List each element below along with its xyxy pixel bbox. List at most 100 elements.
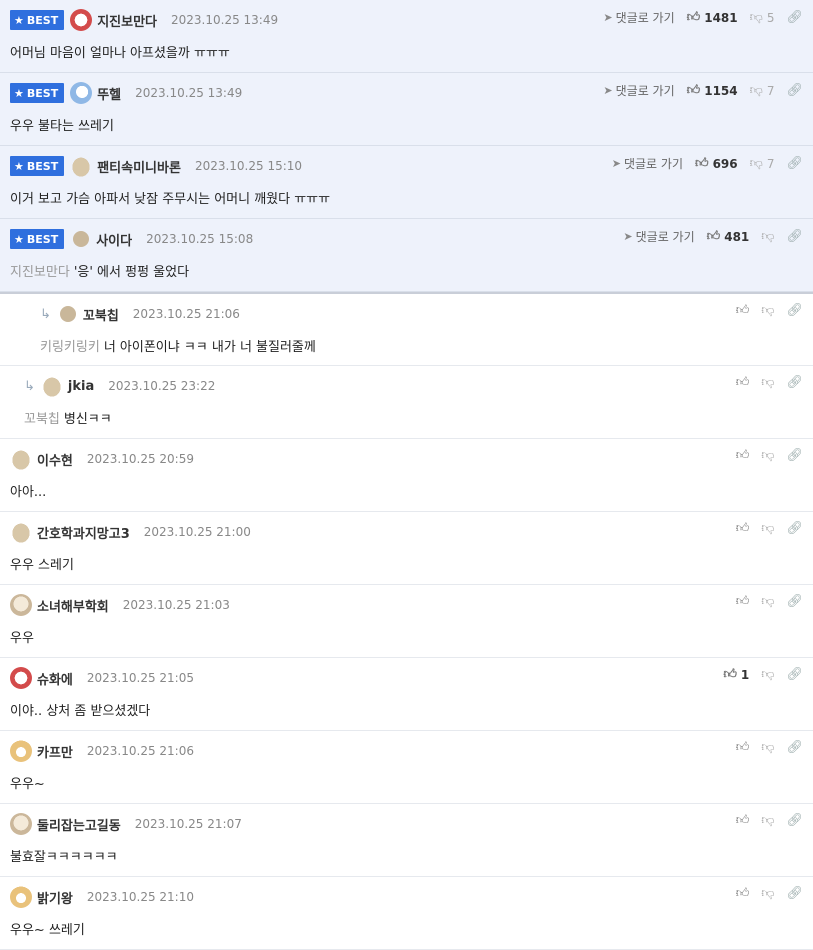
comment-text: 우우 [10, 631, 34, 646]
link-icon[interactable]: 🔗︎ [786, 813, 803, 828]
reply-comment: ↳ jkia 2023.10.25 23:22 👍︎ 👎︎ 🔗︎ 꼬북칩 병신ㅋㅋ [0, 366, 813, 439]
nickname[interactable]: 밝기왕 [37, 888, 73, 907]
nickname[interactable]: 지진보만다 [97, 11, 157, 30]
goto-comment-link[interactable]: ➤ 댓글로 가기 [603, 82, 674, 99]
comment-list: ★ BEST 지진보만다 2023.10.25 13:49 ➤ 댓글로 가기 👍︎ 1… [0, 0, 813, 950]
link-icon[interactable]: 🔗︎ [786, 229, 803, 244]
thumbs-up-icon[interactable]: 👍︎ [736, 813, 750, 828]
mention-link[interactable]: 키링키링키 [40, 340, 100, 355]
avatar[interactable] [10, 886, 32, 908]
nickname[interactable]: 꼬북칩 [83, 305, 119, 324]
dislike-button[interactable]: 👎︎ 5 [750, 10, 775, 25]
dislike-button[interactable]: 👎︎ 7 [750, 83, 775, 98]
avatar[interactable] [10, 813, 32, 835]
thumbs-down-icon: 👎︎ [749, 83, 763, 98]
dislike-button[interactable]: 👎︎ 7 [750, 156, 775, 171]
avatar[interactable] [70, 9, 93, 31]
nickname[interactable]: 팬티속미니바론 [97, 157, 181, 176]
thumbs-down-icon[interactable]: 👎︎ [761, 594, 774, 609]
comment-date: 2023.10.25 13:49 [171, 13, 279, 27]
link-icon[interactable]: 🔗︎ [786, 83, 803, 98]
nickname[interactable]: jkia [68, 379, 94, 394]
avatar[interactable] [10, 448, 32, 470]
avatar[interactable] [59, 306, 76, 322]
comment-date: 2023.10.25 15:08 [146, 232, 254, 246]
nickname[interactable]: 사이다 [96, 230, 132, 249]
comment: 카프만 2023.10.25 21:06 👍︎ 👎︎ 🔗︎ 우우~ [0, 731, 813, 804]
comment-text: 이야.. 상처 좀 받으셨겠다 [10, 704, 151, 719]
avatar[interactable] [10, 521, 32, 543]
nickname[interactable]: 간호학과지망고3 [37, 523, 130, 542]
link-icon[interactable]: 🔗︎ [786, 448, 803, 463]
nickname[interactable]: 이수현 [37, 450, 73, 469]
link-icon[interactable]: 🔗︎ [786, 303, 803, 318]
best-comment: ★ BEST 사이다 2023.10.25 15:08 ➤ 댓글로 가기 👍︎ 481… [0, 219, 813, 292]
thumbs-up-icon[interactable]: 👍︎ [736, 594, 750, 609]
goto-comment-link[interactable]: ➤ 댓글로 가기 [623, 228, 694, 245]
best-comment: ★ BEST 지진보만다 2023.10.25 13:49 ➤ 댓글로 가기 👍︎ 1… [0, 0, 813, 73]
thumbs-down-icon[interactable]: 👎︎ [761, 813, 774, 828]
thumbs-up-icon[interactable]: 👍︎ [736, 521, 750, 536]
thumbs-up-icon: 👍︎ [723, 667, 737, 682]
send-arrow-icon: ➤ [603, 84, 613, 97]
comment-date: 2023.10.25 21:10 [86, 890, 194, 904]
comment-date: 2023.10.25 21:06 [86, 744, 194, 758]
comment-date: 2023.10.25 21:05 [86, 671, 194, 685]
like-button[interactable]: 👍︎ 1154 [687, 83, 738, 98]
nickname[interactable]: 슈화에 [37, 669, 73, 688]
dislike-button[interactable]: 👎︎ [761, 229, 774, 244]
thumbs-down-icon[interactable]: 👎︎ [761, 375, 774, 390]
comment-date: 2023.10.25 21:03 [122, 598, 230, 612]
link-icon[interactable]: 🔗︎ [786, 521, 803, 536]
mention-link[interactable]: 지진보만다 [10, 265, 70, 280]
link-icon[interactable]: 🔗︎ [786, 10, 803, 25]
like-button[interactable]: 👍︎ 696 [695, 156, 738, 171]
avatar[interactable] [70, 82, 93, 104]
link-icon[interactable]: 🔗︎ [786, 156, 803, 171]
send-arrow-icon: ➤ [611, 157, 621, 170]
thumbs-down-icon[interactable]: 👎︎ [761, 303, 774, 318]
thumbs-up-icon: 👍︎ [694, 156, 709, 171]
thumbs-down-icon[interactable]: 👎︎ [761, 448, 774, 463]
best-comment: ★ BEST 뚜헬 2023.10.25 13:49 ➤ 댓글로 가기 👍︎ 1154… [0, 73, 813, 146]
link-icon[interactable]: 🔗︎ [786, 594, 803, 609]
link-icon[interactable]: 🔗︎ [786, 667, 803, 682]
avatar[interactable] [73, 231, 90, 247]
nickname[interactable]: 뚜헬 [97, 84, 121, 103]
nickname[interactable]: 소녀해부학회 [37, 596, 109, 615]
link-icon[interactable]: 🔗︎ [786, 886, 803, 901]
link-icon[interactable]: 🔗︎ [786, 375, 803, 390]
comment-text: 불효잘ㅋㅋㅋㅋㅋㅋ [10, 850, 118, 865]
like-button[interactable]: 👍︎ 481 [707, 229, 750, 244]
thumbs-down-icon[interactable]: 👎︎ [761, 886, 774, 901]
best-badge: ★ BEST [10, 83, 65, 103]
thumbs-up-icon[interactable]: 👍︎ [736, 375, 750, 390]
like-button[interactable]: 👍︎ 1 [723, 667, 749, 682]
thumbs-up-icon[interactable]: 👍︎ [736, 448, 750, 463]
goto-comment-link[interactable]: ➤ 댓글로 가기 [603, 9, 674, 26]
comment-text: 어머님 마음이 얼마나 아프셨을까 ㅠㅠㅠ [10, 46, 230, 61]
thumbs-down-icon[interactable]: 👎︎ [761, 740, 774, 755]
avatar[interactable] [70, 155, 93, 177]
thumbs-down-icon[interactable]: 👎︎ [761, 521, 774, 536]
star-icon: ★ [14, 86, 24, 100]
thumbs-up-icon[interactable]: 👍︎ [736, 740, 750, 755]
avatar[interactable] [10, 740, 32, 762]
goto-comment-link[interactable]: ➤ 댓글로 가기 [612, 155, 683, 172]
nickname[interactable]: 카프만 [37, 742, 73, 761]
link-icon[interactable]: 🔗︎ [786, 740, 803, 755]
avatar[interactable] [10, 667, 32, 689]
nickname[interactable]: 둘리잡는고길동 [37, 815, 121, 834]
mention-link[interactable]: 꼬북칩 [24, 412, 60, 427]
thumbs-down-icon[interactable]: 👎︎ [761, 667, 774, 682]
comment-date: 2023.10.25 20:59 [86, 452, 194, 466]
comment: 슈화에 2023.10.25 21:05 👍︎ 1 👎︎ 🔗︎ 이야.. 상처 좀… [0, 658, 813, 731]
like-button[interactable]: 👍︎ 1481 [687, 10, 738, 25]
avatar[interactable] [10, 594, 32, 616]
thumbs-up-icon[interactable]: 👍︎ [736, 303, 750, 318]
comment: 간호학과지망고3 2023.10.25 21:00 👍︎ 👎︎ 🔗︎ 우우 스레… [0, 512, 813, 585]
thumbs-up-icon[interactable]: 👍︎ [736, 886, 750, 901]
avatar[interactable] [40, 375, 63, 397]
comment: 밝기왕 2023.10.25 21:10 👍︎ 👎︎ 🔗︎ 우우~ 쓰레기 [0, 877, 813, 950]
comment-text: 지진보만다 '응' 에서 펑펑 울었다 [10, 265, 190, 280]
